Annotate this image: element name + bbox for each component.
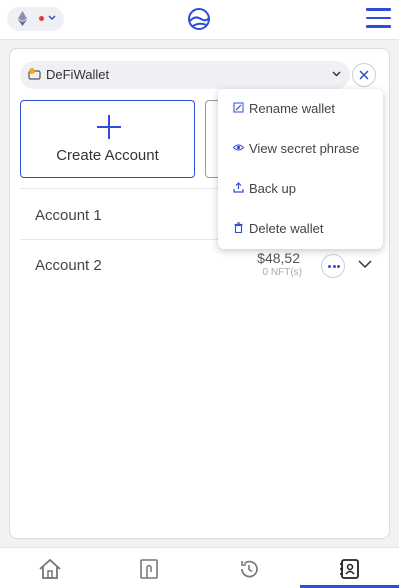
eye-icon [233, 144, 244, 151]
network-status-dot [39, 16, 44, 21]
nav-accounts[interactable] [300, 548, 399, 588]
nav-home[interactable] [0, 548, 100, 588]
account-row[interactable]: Account 2 $48,52 0 NFT(s) [20, 249, 380, 289]
wallet-icon [28, 68, 41, 80]
wallet-card-icon [140, 559, 158, 579]
menu-item-back-up[interactable]: Back up [218, 169, 383, 209]
network-selector[interactable] [7, 7, 64, 31]
menu-item-label: Rename wallet [249, 101, 335, 116]
account-name: Account 1 [35, 207, 102, 224]
account-nft-count: 0 NFT(s) [262, 267, 302, 278]
trash-icon [234, 222, 243, 233]
wave-logo-icon [188, 8, 210, 30]
home-icon [39, 558, 61, 579]
bottom-navigation [0, 547, 399, 588]
wallet-options-menu: Rename wallet View secret phrase Back up… [218, 89, 383, 249]
menu-item-label: View secret phrase [249, 141, 360, 156]
more-options-button[interactable] [321, 254, 345, 278]
wallet-name: DeFiWallet [46, 67, 110, 82]
upload-icon [233, 182, 244, 193]
account-name: Account 2 [35, 257, 102, 274]
edit-icon [233, 102, 244, 113]
dot [328, 265, 331, 268]
menu-item-view-secret-phrase[interactable]: View secret phrase [218, 129, 383, 169]
menu-item-label: Delete wallet [249, 221, 324, 236]
create-account-label: Create Account [56, 147, 159, 164]
account-balance: $48,52 [257, 250, 300, 266]
hamburger-menu-icon[interactable] [366, 8, 391, 30]
nav-history[interactable] [200, 548, 300, 588]
dot [332, 265, 336, 268]
chevron-down-icon [332, 71, 341, 77]
close-button[interactable] [352, 63, 376, 87]
create-account-button[interactable]: Create Account [20, 100, 195, 178]
contacts-icon [340, 559, 359, 579]
nav-wallet[interactable] [100, 548, 200, 588]
history-icon [241, 560, 258, 578]
wallet-selector[interactable]: DeFiWallet [20, 61, 350, 89]
menu-item-rename-wallet[interactable]: Rename wallet [218, 89, 383, 129]
close-icon [359, 70, 369, 80]
menu-item-delete-wallet[interactable]: Delete wallet [218, 209, 383, 249]
menu-item-label: Back up [249, 181, 296, 196]
top-bar [0, 0, 399, 40]
dot [337, 265, 340, 268]
plus-icon [97, 115, 121, 139]
chevron-down-icon[interactable] [358, 260, 372, 269]
chevron-down-icon [48, 15, 56, 21]
ethereum-icon [18, 11, 27, 26]
